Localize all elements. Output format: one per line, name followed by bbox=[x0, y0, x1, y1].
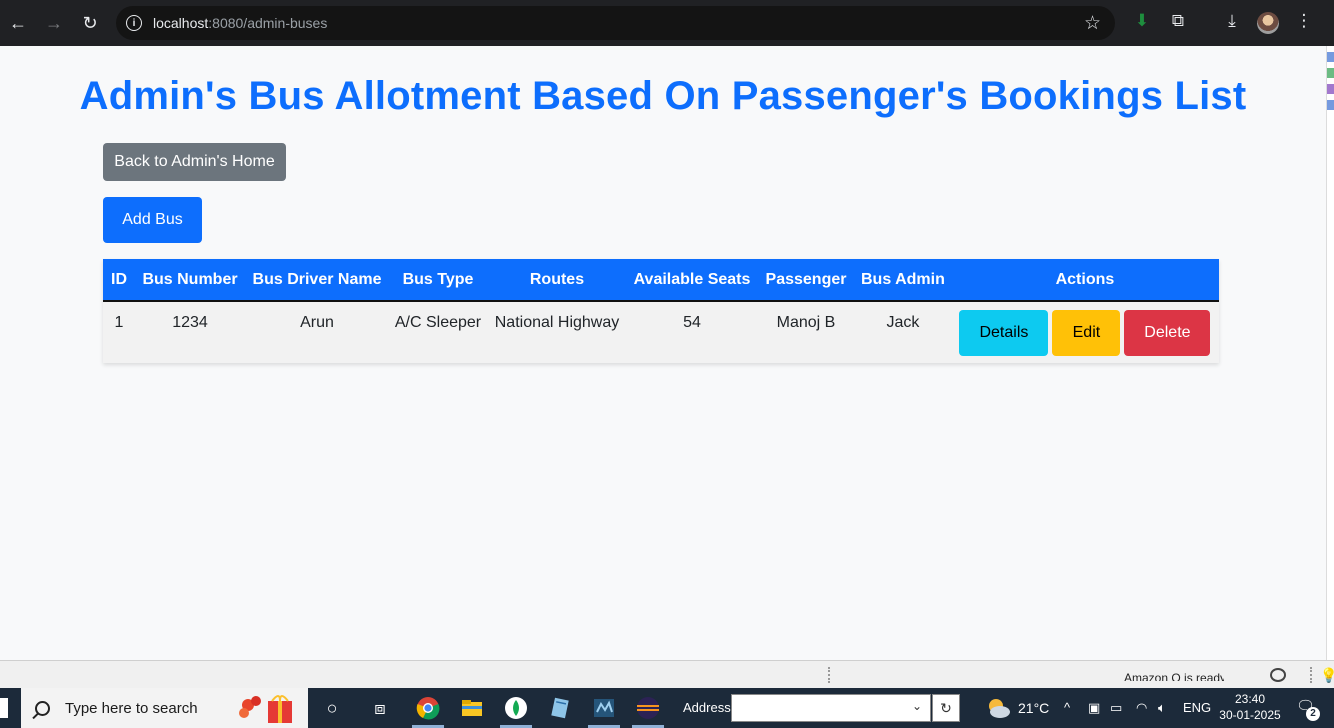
column-header-bus-number: Bus Number bbox=[142, 270, 238, 288]
delete-button[interactable]: Delete bbox=[1124, 310, 1211, 356]
file-explorer-icon[interactable] bbox=[460, 696, 484, 720]
mongodb-leaf-icon[interactable] bbox=[504, 696, 528, 720]
tracker-eye-icon[interactable] bbox=[1270, 668, 1286, 682]
table-row: 1 1234 Arun A/C Sleeper National Highway… bbox=[103, 301, 1219, 363]
column-header-bus-admin: Bus Admin bbox=[861, 270, 945, 288]
start-button[interactable] bbox=[0, 698, 8, 718]
cell-passenger: Manoj B bbox=[776, 314, 836, 331]
language-indicator[interactable]: ENG bbox=[1183, 700, 1211, 715]
volume-icon[interactable]: 🔈︎ bbox=[1158, 700, 1166, 716]
status-divider bbox=[1310, 667, 1312, 683]
cell-bus-type: A/C Sleeper bbox=[394, 314, 482, 331]
strip-icon[interactable] bbox=[1327, 52, 1334, 62]
address-toolbar-label: Address bbox=[683, 700, 731, 715]
search-icon bbox=[35, 700, 50, 716]
downloads-icon[interactable]: ⤓ bbox=[1221, 10, 1243, 32]
details-button[interactable]: Details bbox=[959, 310, 1049, 356]
weather-partly-cloudy-icon[interactable] bbox=[985, 697, 1011, 719]
search-placeholder: Type here to search bbox=[65, 699, 198, 717]
strip-icon[interactable] bbox=[1327, 84, 1334, 94]
column-header-passenger: Passenger bbox=[765, 270, 847, 288]
show-hidden-icons-chevron-icon[interactable]: ^ bbox=[1064, 700, 1070, 715]
status-text: Amazon Q is ready bbox=[1124, 671, 1224, 681]
taskbar-search-box[interactable]: Type here to search bbox=[21, 688, 308, 728]
flowers-gift-icon bbox=[239, 695, 292, 723]
column-header-driver-name: Bus Driver Name bbox=[252, 270, 382, 288]
mysql-workbench-icon[interactable] bbox=[592, 696, 616, 720]
page-content: Admin's Bus Allotment Based On Passenger… bbox=[0, 46, 1326, 660]
chevron-down-icon[interactable]: ⌄ bbox=[912, 699, 922, 713]
back-arrow-icon[interactable]: ← bbox=[0, 5, 36, 41]
extensions-puzzle-icon[interactable]: ⧉ bbox=[1167, 10, 1189, 32]
cortana-circle-icon[interactable]: ○ bbox=[320, 696, 344, 720]
strip-icon[interactable] bbox=[1327, 100, 1334, 110]
eclipse-icon[interactable] bbox=[636, 696, 660, 720]
cell-bus-number: 1234 bbox=[172, 314, 208, 331]
cell-id: 1 bbox=[114, 314, 124, 331]
cell-actions: Details Edit Delete bbox=[951, 301, 1219, 363]
clock-date: 30-01-2025 bbox=[1219, 708, 1281, 722]
forward-arrow-icon[interactable]: → bbox=[36, 5, 72, 41]
column-header-available-seats: Available Seats bbox=[633, 270, 751, 288]
site-info-icon[interactable]: i bbox=[126, 15, 142, 31]
reload-icon[interactable]: ↻ bbox=[72, 5, 108, 41]
strip-icon[interactable] bbox=[1327, 68, 1334, 78]
download-arrow-extension-icon[interactable]: ⬇ bbox=[1131, 10, 1153, 32]
browser-toolbar: ← → ↻ i localhost:8080/admin-buses ☆ ⬇ ⧉… bbox=[0, 0, 1334, 46]
battery-icon[interactable]: ▭ bbox=[1110, 700, 1122, 716]
cell-route: National Highway bbox=[494, 314, 620, 331]
sidebar-extension-strip bbox=[1326, 46, 1334, 660]
cell-available-seats: 54 bbox=[683, 314, 701, 331]
notification-count-badge: 2 bbox=[1306, 707, 1320, 721]
url-text[interactable]: localhost:8080/admin-buses bbox=[153, 15, 327, 31]
column-header-bus-type: Bus Type bbox=[402, 270, 474, 288]
add-bus-button[interactable]: Add Bus bbox=[103, 197, 202, 243]
task-view-icon[interactable]: ⧈ bbox=[368, 696, 392, 720]
clock-time: 23:40 bbox=[1234, 692, 1266, 706]
column-header-id: ID bbox=[111, 270, 127, 288]
cell-driver-name: Arun bbox=[300, 314, 334, 331]
system-clock[interactable]: 23:40 30-01-2025 bbox=[1218, 691, 1282, 723]
meet-now-icon[interactable]: ▣ bbox=[1088, 700, 1100, 716]
wifi-icon[interactable]: ◠ bbox=[1136, 700, 1147, 716]
weather-temperature[interactable]: 21°C bbox=[1018, 700, 1049, 716]
column-header-routes: Routes bbox=[529, 270, 585, 288]
page-title: Admin's Bus Allotment Based On Passenger… bbox=[79, 74, 1247, 118]
notepad-icon[interactable] bbox=[548, 696, 572, 720]
buses-table: ID Bus Number Bus Driver Name Bus Type R… bbox=[103, 259, 1219, 363]
table-header-row: ID Bus Number Bus Driver Name Bus Type R… bbox=[103, 259, 1219, 301]
column-header-actions: Actions bbox=[1055, 270, 1115, 288]
profile-avatar[interactable] bbox=[1257, 12, 1279, 34]
status-divider bbox=[828, 667, 830, 683]
bookmark-star-icon[interactable]: ☆ bbox=[1084, 12, 1101, 35]
edit-button[interactable]: Edit bbox=[1052, 310, 1121, 356]
back-to-admin-home-button[interactable]: Back to Admin's Home bbox=[103, 143, 286, 181]
address-bar[interactable]: i localhost:8080/admin-buses ☆ bbox=[116, 6, 1115, 40]
address-toolbar-input[interactable]: ⌄ bbox=[731, 694, 931, 722]
address-go-icon[interactable]: ↻ bbox=[932, 694, 960, 722]
cell-bus-admin: Jack bbox=[886, 314, 920, 331]
chrome-icon[interactable] bbox=[416, 696, 440, 720]
lightbulb-icon[interactable]: 💡 bbox=[1320, 667, 1334, 684]
windows-taskbar: Type here to search ○ ⧈ Address ⌄ ↻ 21°C… bbox=[0, 688, 1334, 728]
menu-kebab-icon[interactable]: ⋮ bbox=[1293, 10, 1315, 32]
ide-status-bar: Amazon Q is ready 💡 bbox=[0, 660, 1334, 688]
